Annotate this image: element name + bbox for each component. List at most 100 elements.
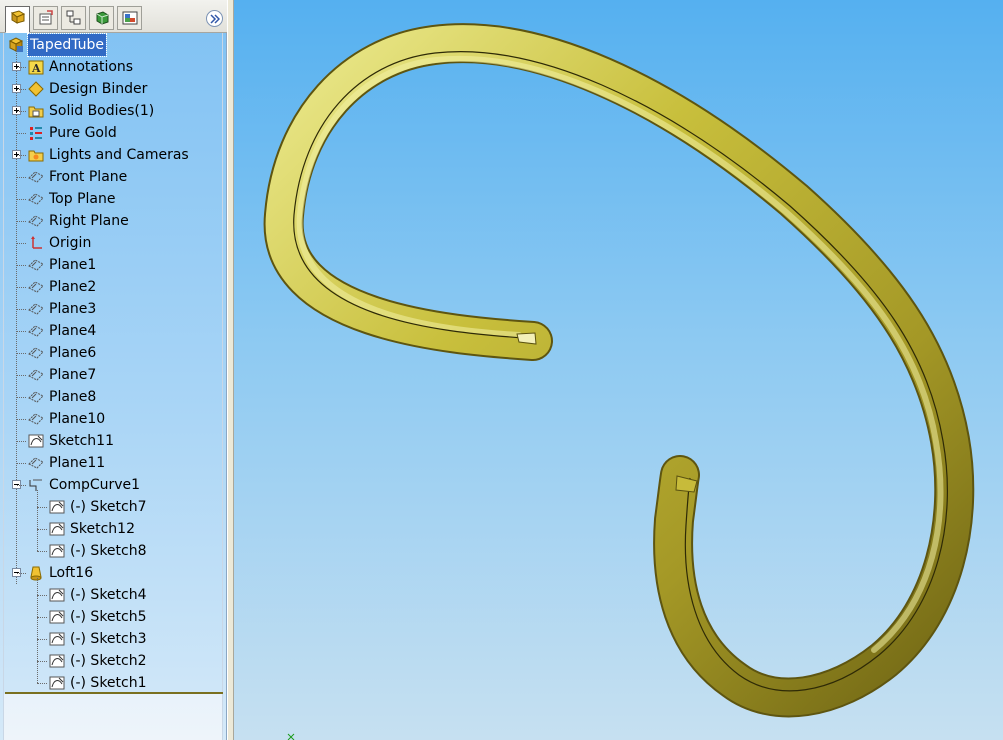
tree-child-connector — [37, 490, 38, 551]
tree-connector — [17, 177, 26, 178]
tree-item-plane4[interactable]: Plane4 — [0, 320, 222, 342]
tree-subitem-sketch1[interactable]: (-) Sketch1 — [0, 672, 222, 694]
tree-item-label: Plane2 — [49, 279, 97, 295]
coordinate-triad-icon — [287, 733, 295, 740]
tree-connector — [37, 683, 47, 684]
tree-connector — [17, 375, 26, 376]
plane-icon — [28, 345, 44, 361]
tree-item-pure-gold[interactable]: Pure Gold — [0, 122, 222, 144]
tree-item-plane11[interactable]: Plane11 — [0, 452, 222, 474]
svg-text:A: A — [31, 62, 41, 75]
tab-property-manager[interactable] — [33, 6, 58, 30]
tree-connector — [17, 265, 26, 266]
tree-item-label: Plane10 — [49, 411, 106, 427]
tab-dimxpert[interactable] — [89, 6, 114, 30]
tree-subitem-sketch3[interactable]: (-) Sketch3 — [0, 628, 222, 650]
tree-item-label: Design Binder — [49, 81, 148, 97]
tree-item-label: Origin — [49, 235, 92, 251]
tree-item-label: (-) Sketch1 — [70, 675, 147, 691]
tree-item-annotations[interactable]: A Annotations — [0, 56, 222, 78]
tree-item-label: (-) Sketch7 — [70, 499, 147, 515]
tab-configuration-manager[interactable] — [61, 6, 86, 30]
origin-icon — [28, 235, 44, 251]
tree-item-label: CompCurve1 — [49, 477, 141, 493]
expand-panel-button[interactable] — [206, 10, 223, 27]
tree-root-part[interactable]: TapedTube — [0, 33, 222, 57]
tree-item-plane8[interactable]: Plane8 — [0, 386, 222, 408]
loft-icon — [28, 565, 44, 581]
tree-item-label: Sketch11 — [49, 433, 114, 449]
panel-splitter[interactable] — [227, 0, 234, 740]
sketch-icon — [49, 675, 65, 691]
tree-item-label: Top Plane — [49, 191, 116, 207]
tree-item-label: Plane4 — [49, 323, 97, 339]
plane-icon — [28, 323, 44, 339]
tree-item-top-plane[interactable]: Top Plane — [0, 188, 222, 210]
sketch-icon — [49, 543, 65, 559]
solid-bodies-folder-icon — [28, 103, 44, 119]
tree-item-plane2[interactable]: Plane2 — [0, 276, 222, 298]
tree-item-label: (-) Sketch8 — [70, 543, 147, 559]
tree-connector — [37, 529, 47, 530]
tree-item-label: Plane6 — [49, 345, 97, 361]
tree-connector — [17, 309, 26, 310]
tree-item-solid-bodies-1[interactable]: Solid Bodies(1) — [0, 100, 222, 122]
tree-connector — [17, 155, 26, 156]
tree-item-label: TapedTube — [27, 33, 107, 57]
tree-item-sketch11[interactable]: Sketch11 — [0, 430, 222, 452]
tree-item-front-plane[interactable]: Front Plane — [0, 166, 222, 188]
tree-subitem-sketch12[interactable]: Sketch12 — [0, 518, 222, 540]
tree-subitem-sketch7[interactable]: (-) Sketch7 — [0, 496, 222, 518]
feature-manager-panel: TapedTube A Annotations Design Binder Solid … — [0, 0, 227, 740]
tree-subitem-sketch4[interactable]: (-) Sketch4 — [0, 584, 222, 606]
graphics-area[interactable] — [234, 0, 1003, 740]
sketch-icon — [49, 631, 65, 647]
tree-connector — [17, 441, 26, 442]
tree-connector — [17, 111, 26, 112]
tree-item-lights-and-cameras[interactable]: Lights and Cameras — [0, 144, 222, 166]
tab-display-manager[interactable] — [117, 6, 142, 30]
tube-start-cap — [516, 332, 537, 345]
tree-item-plane3[interactable]: Plane3 — [0, 298, 222, 320]
tree-item-label: Front Plane — [49, 169, 128, 185]
lights-cameras-folder-icon — [28, 147, 44, 163]
tree-item-label: Loft16 — [49, 565, 94, 581]
tree-connector — [17, 221, 26, 222]
tree-connector — [17, 397, 26, 398]
sketch-icon — [28, 433, 44, 449]
tree-item-right-plane[interactable]: Right Plane — [0, 210, 222, 232]
plane-icon — [28, 257, 44, 273]
tube-body[interactable] — [265, 25, 973, 716]
tree-subitem-sketch8[interactable]: (-) Sketch8 — [0, 540, 222, 562]
tree-item-label: Solid Bodies(1) — [49, 103, 155, 119]
sketch-icon — [49, 653, 65, 669]
tube-edge-line — [293, 51, 948, 692]
tube-body-shadow[interactable] — [263, 23, 975, 718]
tree-item-label: Annotations — [49, 59, 134, 75]
tree-item-plane7[interactable]: Plane7 — [0, 364, 222, 386]
tree-subitem-sketch2[interactable]: (-) Sketch2 — [0, 650, 222, 672]
tree-item-label: Plane1 — [49, 257, 97, 273]
tree-connector — [37, 617, 47, 618]
plane-icon — [28, 411, 44, 427]
tree-item-loft16[interactable]: Loft16 — [0, 562, 222, 584]
tree-item-plane1[interactable]: Plane1 — [0, 254, 222, 276]
tree-item-plane6[interactable]: Plane6 — [0, 342, 222, 364]
tree-item-design-binder[interactable]: Design Binder — [0, 78, 222, 100]
manager-tabs-toolbar — [0, 0, 227, 33]
plane-icon — [28, 301, 44, 317]
model-view[interactable] — [234, 0, 1003, 740]
tree-item-plane10[interactable]: Plane10 — [0, 408, 222, 430]
tree-connector — [17, 199, 26, 200]
tree-footer — [4, 694, 222, 740]
composite-curve-icon — [28, 477, 44, 493]
plane-icon — [28, 455, 44, 471]
sketch-icon — [49, 609, 65, 625]
tree-item-label: Right Plane — [49, 213, 129, 229]
tab-feature-tree[interactable] — [5, 6, 30, 33]
tree-subitem-sketch5[interactable]: (-) Sketch5 — [0, 606, 222, 628]
panel-right-border — [222, 33, 223, 740]
sketch-icon — [49, 499, 65, 515]
tree-item-origin[interactable]: Origin — [0, 232, 222, 254]
tree-item-compcurve1[interactable]: CompCurve1 — [0, 474, 222, 496]
